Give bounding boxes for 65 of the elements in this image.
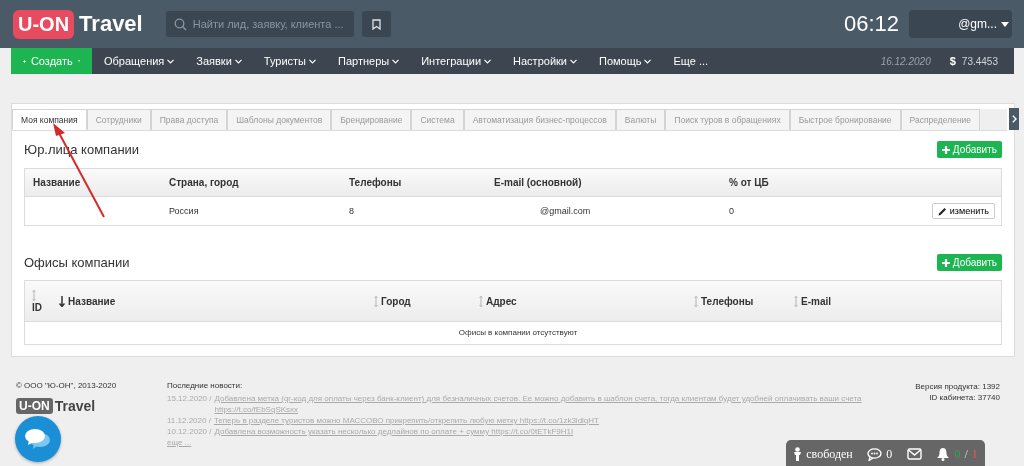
column-header: Телефоны [348,177,403,188]
bell-icon [936,447,951,461]
column-header: % от ЦБ [728,177,770,188]
section-title: Офисы компании [24,255,130,270]
currency-symbol: $ [949,55,956,67]
table-cell-text: 0 [728,206,735,216]
sort-down-icon[interactable] [59,295,65,307]
table-cell-text: @gmail.com [539,206,592,216]
column-header[interactable]: Город [381,295,411,307]
clock: 06:12 [843,11,899,37]
column-header: Название [32,177,82,188]
table-cell-text: Россия [168,206,200,216]
current-date: 16.12.2020 [880,55,931,67]
exchange-rate: 73.4453 [961,55,998,67]
tab[interactable]: Моя компания [12,109,87,130]
bookmark-button[interactable] [361,11,391,37]
scroll-right-button[interactable] [1009,108,1019,130]
user-menu[interactable]: @gm... [909,10,1012,38]
search-field[interactable]: Найти лид, заявку, клиента ... [165,11,354,37]
search-icon [173,18,187,31]
table-cell-text: 8 [348,206,355,216]
bookmark-icon [371,18,381,30]
nav-menu-item[interactable]: Партнеры [338,55,400,67]
news-title: Последние новости: [167,381,244,390]
cabinet-id-text: ID кабинета: 37740 [929,392,1000,403]
empty-message: Офисы в компании отсутствуют [457,327,579,339]
version-text: Версия продукта: 1392 [915,381,1000,392]
column-header: Страна, город [168,177,240,188]
messages-counter[interactable]: 0 [867,446,893,462]
chevron-right-icon [1011,115,1017,123]
chat-icon [867,447,883,461]
column-header[interactable]: Адрес [486,295,517,307]
nav-menu-item[interactable]: Настройки [513,55,577,67]
logo-text: Travel [79,11,143,37]
caret-icon [1001,21,1009,27]
envelope-icon[interactable] [906,448,922,460]
nav-menu-item[interactable]: Помощь [599,55,652,67]
logo-text: Travel [54,398,96,414]
nav-menu-item[interactable]: Заявки [196,55,242,67]
logo-badge: U-ON [13,9,75,39]
news-date: 10.12.2020 / [167,426,212,437]
logo-badge: U-ON [16,398,53,414]
column-header[interactable]: E-mail [801,295,831,307]
notifications-counter[interactable]: 0 / 1 [936,446,978,462]
nav-menu-item[interactable]: Интеграции [421,55,492,67]
column-header: E-mail (основной) [493,177,583,188]
status-toggle[interactable]: свободен [793,446,853,462]
copyright-text: © ООО "Ю-ОН", 2013-2020 [16,381,118,390]
caret-icon [77,59,80,63]
nav-menu-item[interactable]: Обращения [104,55,175,67]
news-date: 15.12.2020 / [167,393,212,405]
column-header[interactable]: ID [32,301,42,313]
column-header[interactable]: Телефоны [701,295,754,307]
person-icon [793,447,803,461]
news-date: 11.12.2020 / [167,415,211,426]
plus-icon [941,145,950,154]
nav-menu-item[interactable]: Туристы [263,55,317,67]
plus-icon [941,258,950,267]
chat-bubbles-icon [25,428,51,450]
logo[interactable]: U-ON Travel [13,9,143,39]
edit-button[interactable]: изменить [931,203,995,219]
chat-button[interactable] [15,416,61,462]
nav-menu-item[interactable]: Еще ... [673,55,709,67]
column-header[interactable]: Название [68,295,116,307]
pencil-icon [937,206,947,216]
